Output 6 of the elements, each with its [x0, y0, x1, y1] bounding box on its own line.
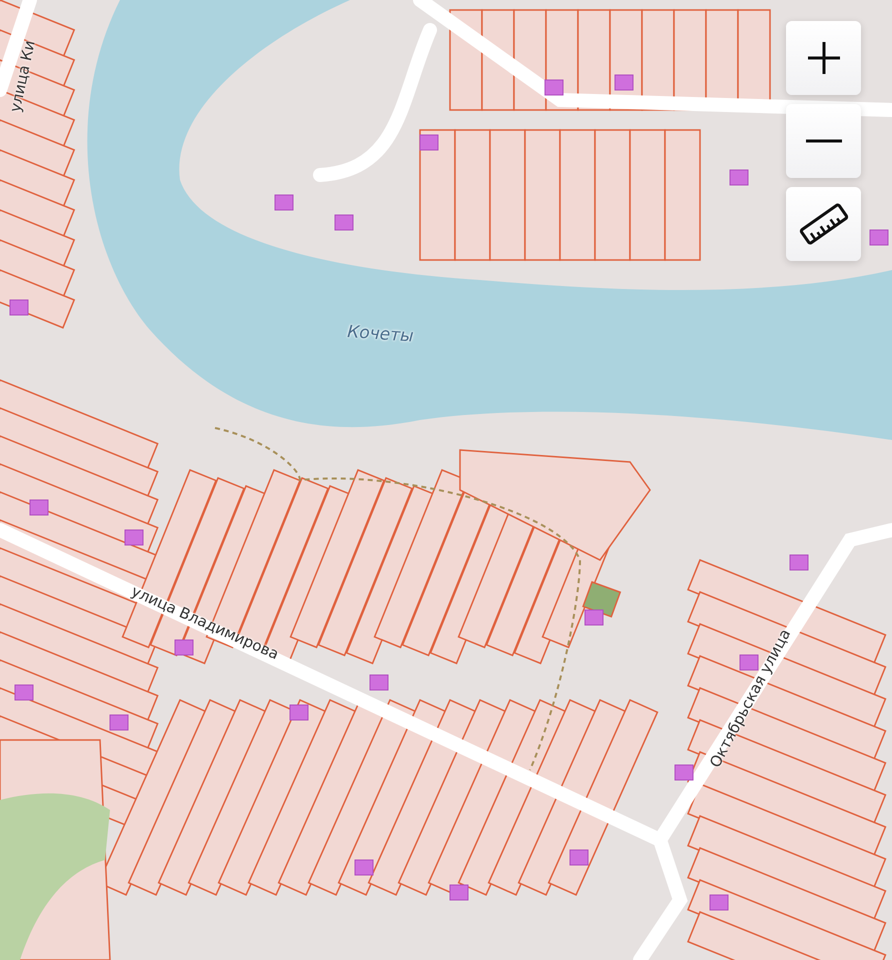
street-label: улица Ки	[6, 38, 39, 114]
ruler-button[interactable]	[786, 187, 861, 261]
minus-icon	[806, 139, 842, 143]
water-label: Кочеты	[346, 322, 414, 347]
zoom-in-button[interactable]	[786, 21, 861, 95]
plus-icon	[806, 40, 842, 76]
